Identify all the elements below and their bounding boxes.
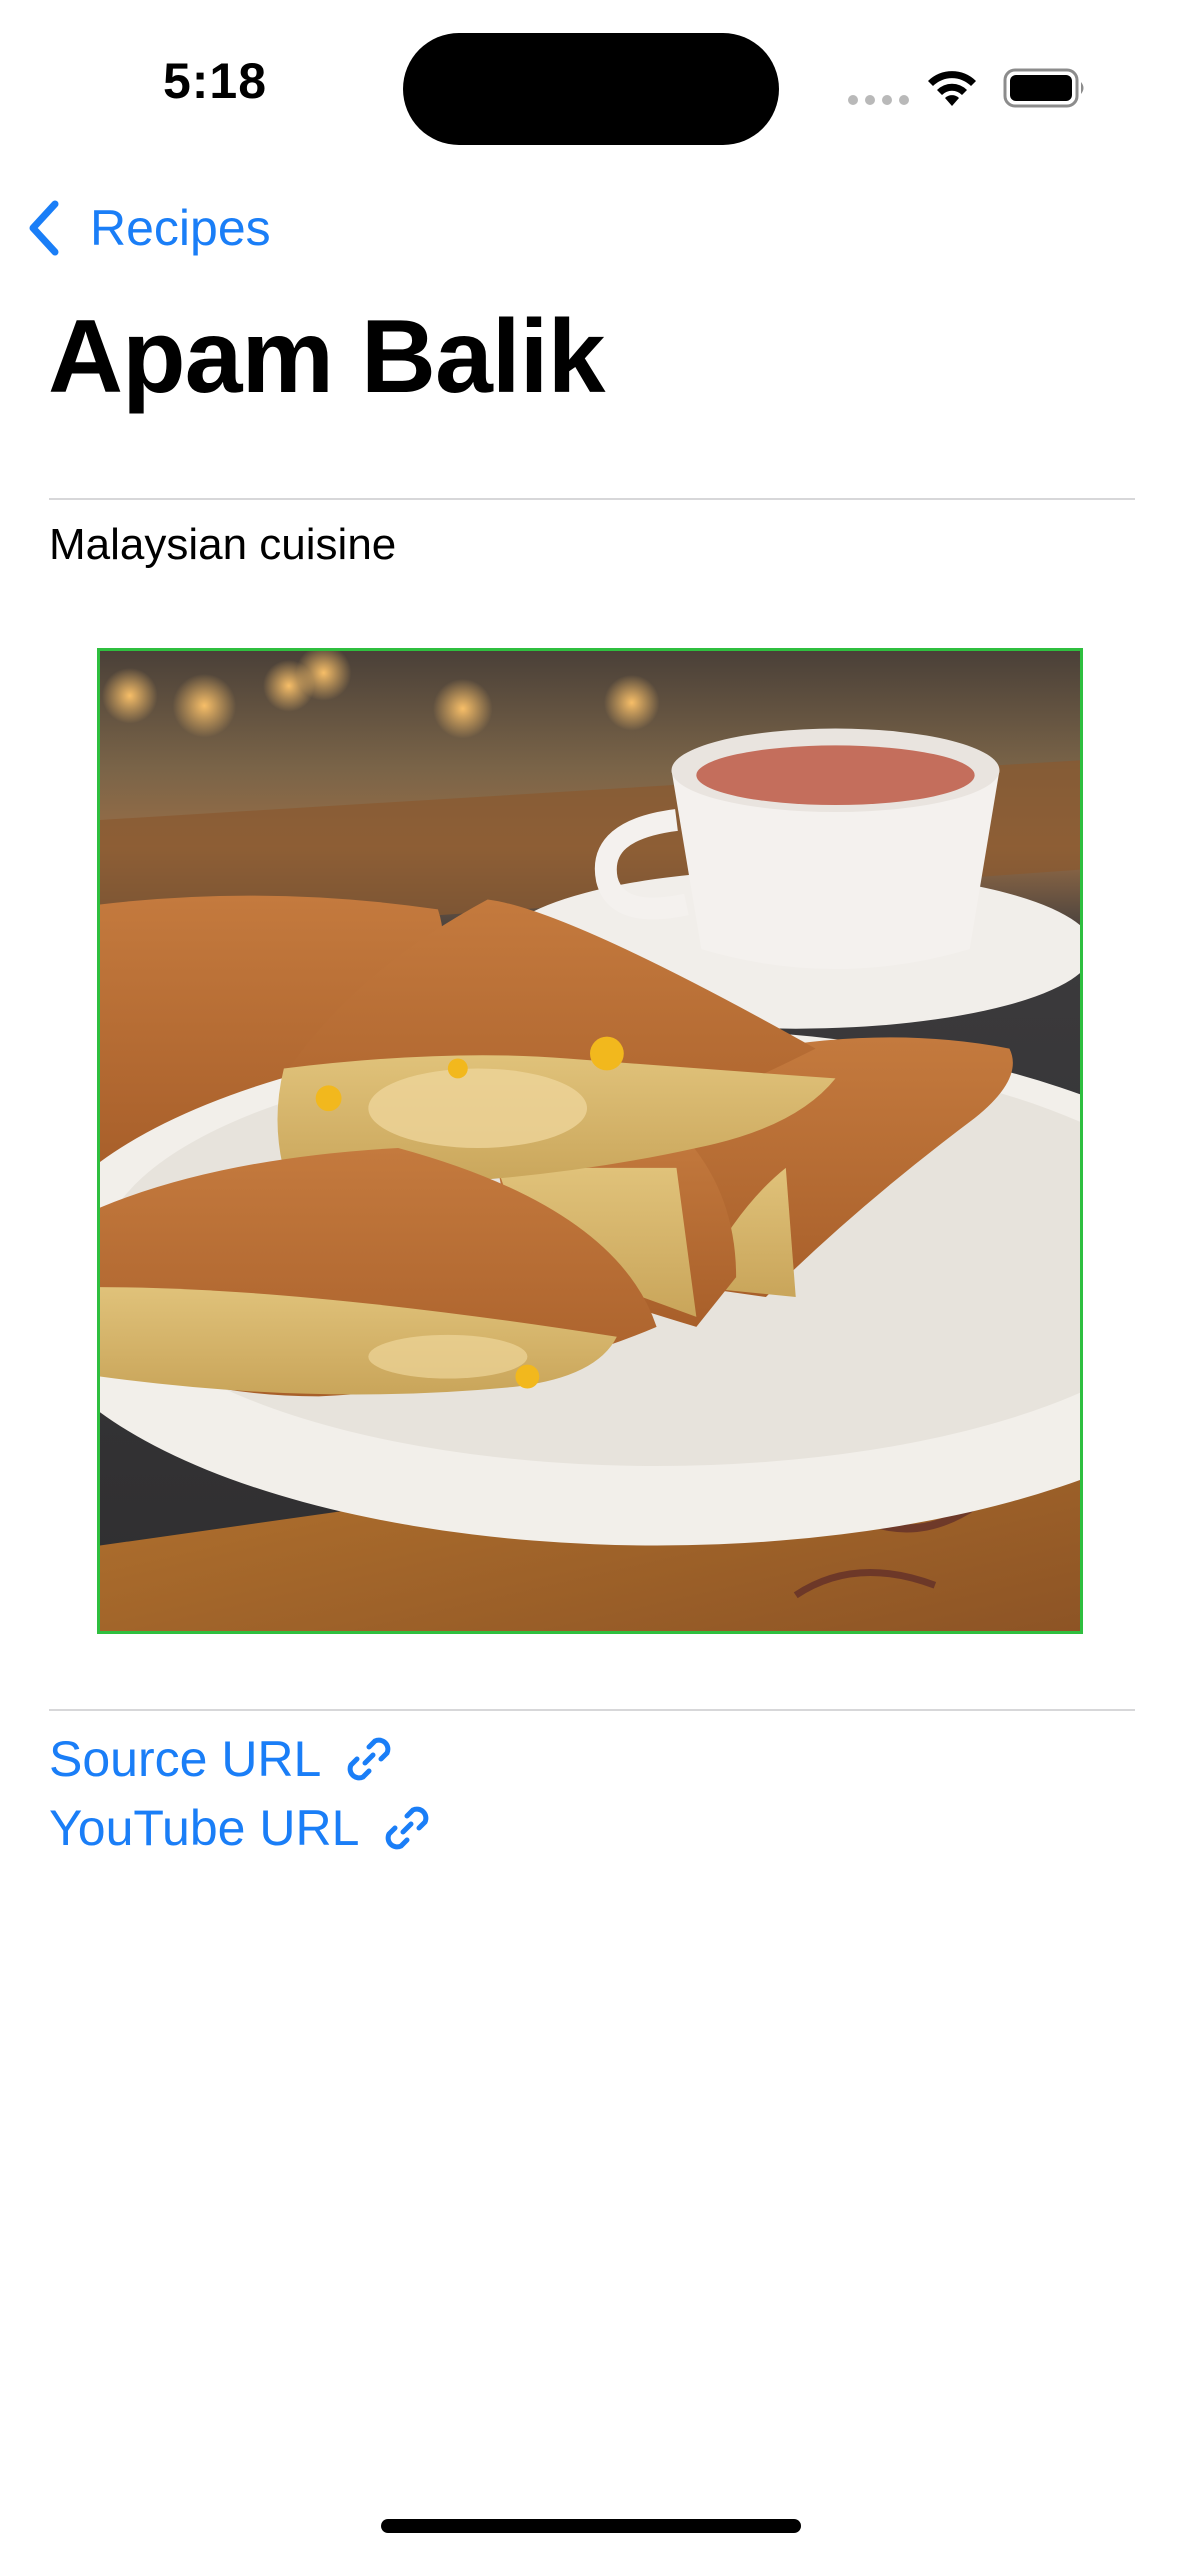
divider [49, 498, 1135, 500]
recipe-image [97, 648, 1083, 1634]
chevron-left-icon [29, 200, 59, 256]
cuisine-label: Malaysian cuisine [49, 520, 397, 569]
link-icon [386, 1806, 429, 1850]
youtube-url-label: YouTube URL [49, 1800, 360, 1856]
youtube-url-link[interactable]: YouTube URL [49, 1799, 435, 1857]
home-indicator[interactable] [381, 2519, 801, 2533]
status-time: 5:18 [162, 53, 268, 109]
status-bar: 5:18 [0, 0, 1179, 160]
back-button[interactable]: Recipes [24, 196, 271, 260]
link-icon [348, 1737, 391, 1781]
source-url-label: Source URL [49, 1731, 322, 1787]
battery-icon [1003, 68, 1084, 108]
back-button-label: Recipes [90, 200, 271, 256]
dynamic-island [403, 33, 779, 145]
cellular-signal-icon [848, 95, 909, 105]
divider [49, 1709, 1135, 1711]
page-title: Apam Balik [48, 299, 605, 415]
source-url-link[interactable]: Source URL [49, 1730, 397, 1788]
wifi-icon [928, 71, 976, 106]
